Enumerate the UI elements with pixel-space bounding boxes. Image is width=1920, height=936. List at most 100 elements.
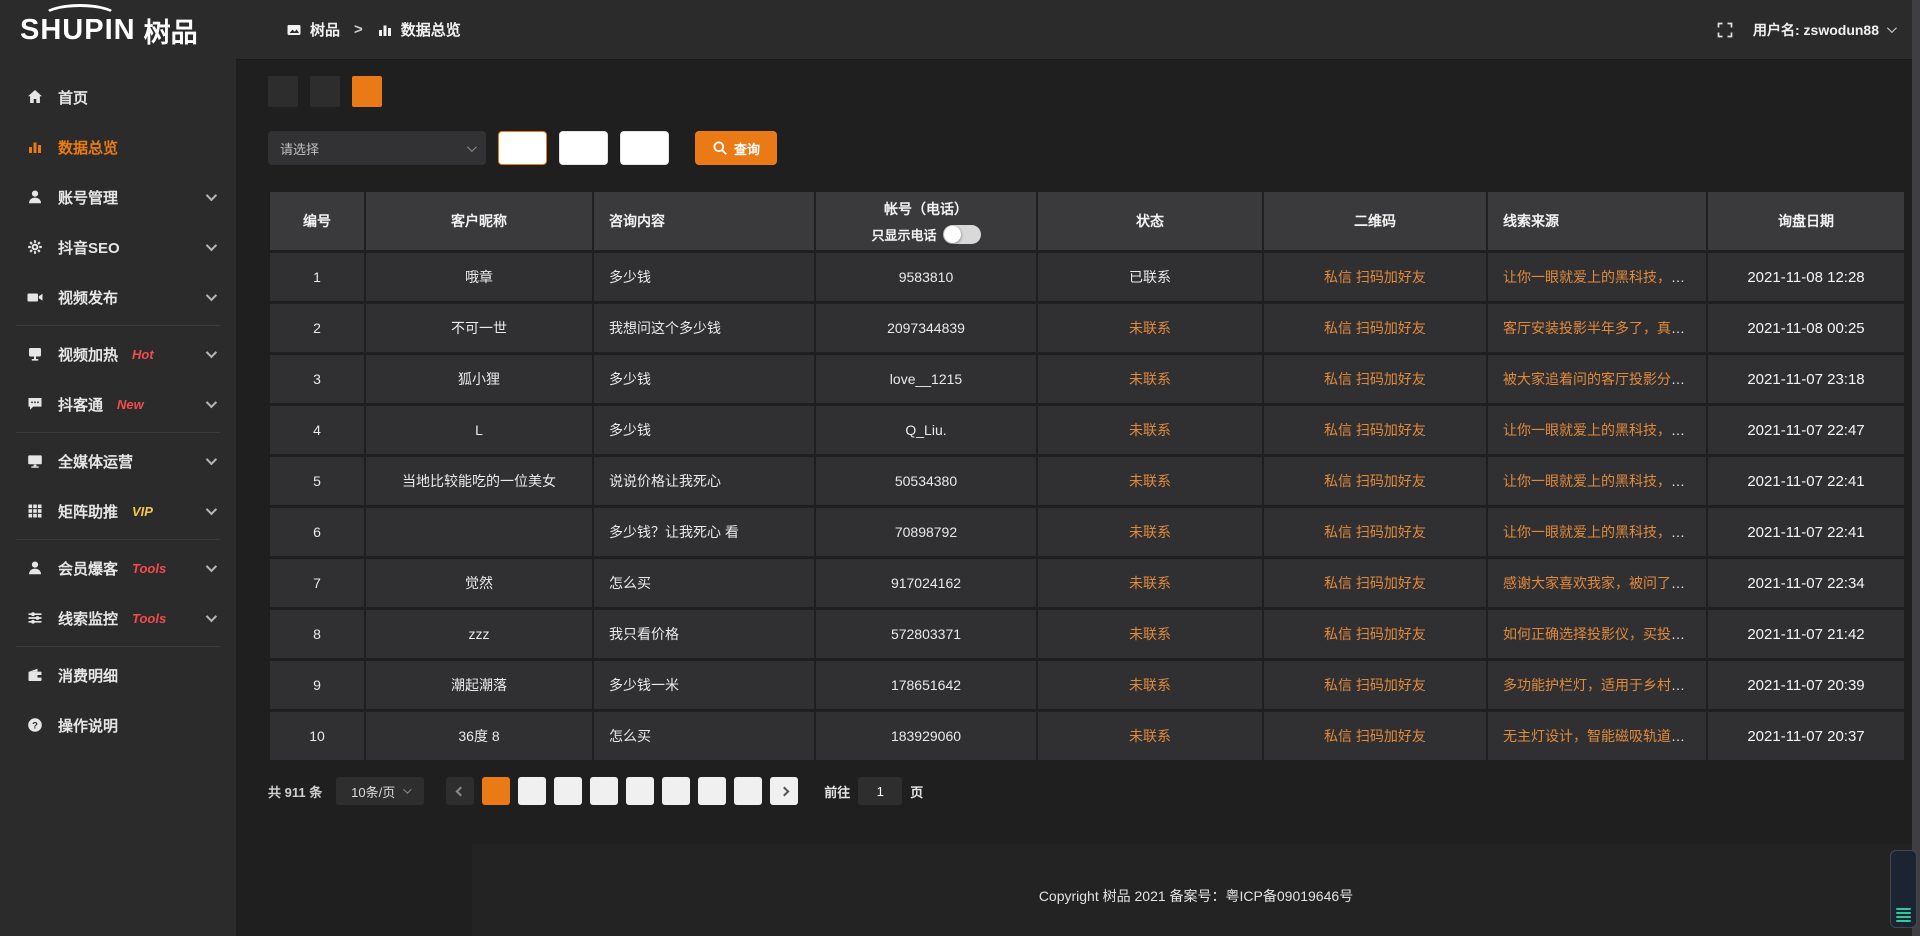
source-link[interactable]: 被大家追着问的客厅投影分享... — [1503, 371, 1697, 387]
page-button[interactable] — [662, 777, 690, 805]
scrollbar[interactable] — [1912, 0, 1920, 936]
period-button[interactable] — [498, 131, 547, 165]
qrcode-link[interactable]: 私信 扫码加好友 — [1324, 320, 1426, 336]
sidebar-item[interactable]: 全媒体运营 — [0, 436, 236, 486]
sidebar-item-badge: VIP — [132, 504, 153, 519]
source-link[interactable]: 让你一眼就爱上的黑科技，能... — [1503, 269, 1697, 285]
browser-extension-widget[interactable] — [1890, 850, 1917, 928]
sidebar-item[interactable]: 数据总览 — [0, 122, 236, 172]
chevron-down-icon — [206, 611, 217, 622]
sidebar-item[interactable]: 线索监控 Tools — [0, 593, 236, 643]
data-tab[interactable] — [268, 76, 298, 107]
sidebar-item-badge: New — [117, 397, 144, 412]
page-button[interactable] — [554, 777, 582, 805]
sidebar-item[interactable]: 消费明细 — [0, 650, 236, 700]
source-link[interactable]: 让你一眼就爱上的黑科技，能... — [1503, 473, 1697, 489]
cell-source: 无主灯设计，智能磁吸轨道灯... — [1488, 712, 1706, 760]
sidebar-item[interactable]: 视频发布 — [0, 272, 236, 322]
search-button[interactable]: 查询 — [695, 131, 777, 165]
sidebar-item[interactable]: 抖客通 New — [0, 379, 236, 429]
qrcode-link[interactable]: 私信 扫码加好友 — [1324, 422, 1426, 438]
prev-page-button[interactable] — [446, 777, 474, 805]
cell-no: 5 — [270, 457, 364, 505]
user-menu[interactable]: 用户名: zswodun88 — [1753, 20, 1894, 40]
period-button[interactable] — [559, 131, 608, 165]
cell-content: 我只看价格 — [594, 610, 814, 658]
cell-nickname: 当地比较能吃的一位美女 — [366, 457, 592, 505]
sidebar-item[interactable]: 视频加热 Hot — [0, 329, 236, 379]
footer: Copyright 树品 2021 备案号：粤ICP备09019646号 — [472, 844, 1920, 936]
source-link[interactable]: 无主灯设计，智能磁吸轨道灯... — [1503, 728, 1697, 744]
sidebar-item[interactable]: 首页 — [0, 72, 236, 122]
sidebar-item[interactable]: 会员爆客 Tools — [0, 543, 236, 593]
page-size-select[interactable]: 10条/页 — [336, 777, 424, 805]
home-icon — [26, 88, 44, 106]
svg-text:?: ? — [32, 720, 38, 731]
cell-no: 8 — [270, 610, 364, 658]
account-select[interactable]: 请选择 — [268, 131, 486, 165]
sidebar: SHUPIN 树品 首页 数据总览 — [0, 0, 236, 936]
data-tab[interactable] — [352, 76, 382, 107]
qrcode-link[interactable]: 私信 扫码加好友 — [1324, 677, 1426, 693]
sidebar-item[interactable]: 抖音SEO — [0, 222, 236, 272]
cell-no: 2 — [270, 304, 364, 352]
phone-only-toggle[interactable] — [943, 225, 981, 244]
cell-account: 50534380 — [816, 457, 1036, 505]
source-link[interactable]: 让你一眼就爱上的黑科技，能... — [1503, 524, 1697, 540]
fullscreen-icon[interactable] — [1717, 22, 1733, 38]
sidebar-item-label: 线索监控 — [58, 608, 118, 629]
cell-account: Q_Liu. — [816, 406, 1036, 454]
qrcode-link[interactable]: 私信 扫码加好友 — [1324, 575, 1426, 591]
col-header-source: 线索来源 — [1488, 192, 1706, 250]
page-button[interactable] — [626, 777, 654, 805]
source-link[interactable]: 让你一眼就爱上的黑科技，能... — [1503, 422, 1697, 438]
qrcode-link[interactable]: 私信 扫码加好友 — [1324, 626, 1426, 642]
cell-date: 2021-11-07 23:18 — [1708, 355, 1904, 403]
qrcode-link[interactable]: 私信 扫码加好友 — [1324, 371, 1426, 387]
cell-status: 未联系 — [1038, 406, 1262, 454]
page-button[interactable] — [590, 777, 618, 805]
cell-account: 917024162 — [816, 559, 1036, 607]
page-button[interactable] — [734, 777, 762, 805]
page-button[interactable] — [698, 777, 726, 805]
cell-qrcode: 私信 扫码加好友 — [1264, 661, 1486, 709]
cell-date: 2021-11-07 22:47 — [1708, 406, 1904, 454]
cell-date: 2021-11-07 20:37 — [1708, 712, 1904, 760]
sidebar-item[interactable]: 账号管理 — [0, 172, 236, 222]
sidebar-item[interactable]: ? 操作说明 — [0, 700, 236, 750]
source-link[interactable]: 客厅安装投影半年多了，真实... — [1503, 320, 1697, 336]
cell-no: 10 — [270, 712, 364, 760]
chat-icon — [26, 395, 44, 413]
col-header-content: 咨询内容 — [594, 192, 814, 250]
cell-account: 178651642 — [816, 661, 1036, 709]
sidebar-item-label: 会员爆客 — [58, 558, 118, 579]
period-button[interactable] — [620, 131, 669, 165]
video-icon — [26, 288, 44, 306]
source-link[interactable]: 如何正确选择投影仪，买投影... — [1503, 626, 1697, 642]
qrcode-link[interactable]: 私信 扫码加好友 — [1324, 524, 1426, 540]
cell-qrcode: 私信 扫码加好友 — [1264, 406, 1486, 454]
cell-nickname: zzz — [366, 610, 592, 658]
qrcode-link[interactable]: 私信 扫码加好友 — [1324, 728, 1426, 744]
phone-toggle-label: 只显示电话 — [871, 225, 936, 244]
source-link[interactable]: 感谢大家喜欢我家，被问了好... — [1503, 575, 1697, 591]
cell-status: 未联系 — [1038, 610, 1262, 658]
logo-arc — [42, 4, 118, 17]
sidebar-item[interactable]: 矩阵助推 VIP — [0, 486, 236, 536]
page-button[interactable] — [482, 777, 510, 805]
cell-qrcode: 私信 扫码加好友 — [1264, 610, 1486, 658]
sidebar-item-label: 消费明细 — [58, 665, 118, 686]
qrcode-link[interactable]: 私信 扫码加好友 — [1324, 269, 1426, 285]
source-link[interactable]: 多功能护栏灯，适用于乡村文... — [1503, 677, 1697, 693]
breadcrumb-item-home[interactable]: 树品 — [310, 19, 340, 40]
page-button[interactable] — [518, 777, 546, 805]
cell-content: 多少钱 — [594, 253, 814, 301]
data-tab[interactable] — [310, 76, 340, 107]
qrcode-link[interactable]: 私信 扫码加好友 — [1324, 473, 1426, 489]
status-badge: 未联系 — [1129, 320, 1171, 336]
cell-source: 让你一眼就爱上的黑科技，能... — [1488, 508, 1706, 556]
menu-divider — [16, 432, 220, 433]
goto-page-input[interactable] — [858, 777, 902, 805]
next-page-button[interactable] — [770, 777, 798, 805]
cell-qrcode: 私信 扫码加好友 — [1264, 508, 1486, 556]
